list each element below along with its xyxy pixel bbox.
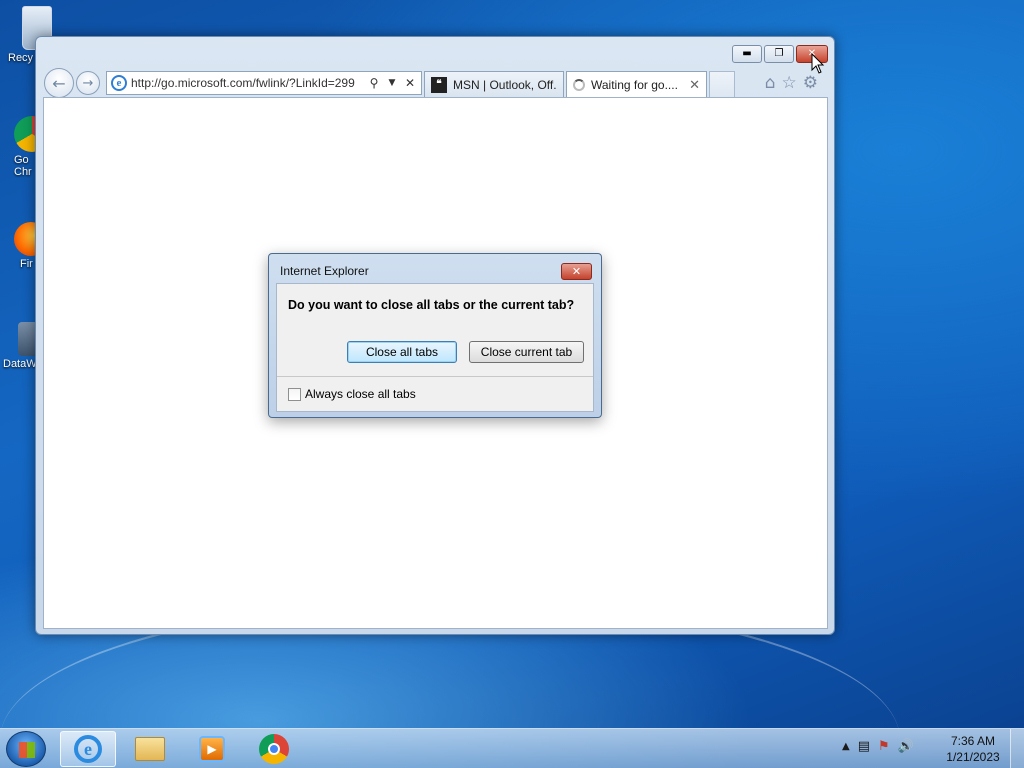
gear-icon[interactable]: ⚙ <box>803 73 818 93</box>
action-center-flag-icon[interactable]: ⚑ <box>878 739 890 754</box>
new-tab-button[interactable] <box>709 71 735 97</box>
always-close-all-tabs-checkbox[interactable]: Always close all tabs <box>288 387 416 401</box>
tab-close-icon[interactable]: ✕ <box>689 77 700 93</box>
close-current-tab-button[interactable]: Close current tab <box>469 341 584 363</box>
arrow-left-icon: ← <box>52 73 66 93</box>
restore-icon: ❐ <box>774 48 784 59</box>
loading-spinner-icon <box>573 78 585 91</box>
stop-icon[interactable]: ✕ <box>403 76 417 90</box>
desktop-icon-label: Recy <box>8 52 34 64</box>
show-hidden-icons-icon[interactable]: ▲ <box>842 739 850 754</box>
media-player-icon: ▶ <box>199 736 225 762</box>
minimize-icon: ▬ <box>742 48 752 59</box>
desktop-icon-datawarehouse[interactable]: DataW <box>0 322 40 370</box>
toolbar-icons: ⌂ ☆ ⚙ <box>765 73 826 93</box>
desktop-icon-google-chrome[interactable]: Go Chr <box>0 116 50 178</box>
restore-button[interactable]: ❐ <box>764 45 794 63</box>
tab-msn[interactable]: ❝ MSN | Outlook, Off... <box>424 71 564 97</box>
tab-waiting[interactable]: Waiting for go.... ✕ <box>566 71 707 97</box>
back-button[interactable]: ← <box>44 68 74 98</box>
windows-logo-icon <box>19 742 35 758</box>
ie-page-icon: e <box>111 75 127 91</box>
close-tabs-dialog: Internet Explorer ✕ Do you want to close… <box>268 253 602 418</box>
checkbox-box[interactable] <box>288 387 301 401</box>
navigation-bar: ← → e http://go.microsoft.com/fwlink/?Li… <box>44 67 826 99</box>
folder-icon <box>135 737 165 761</box>
dialog-question: Do you want to close all tabs or the cur… <box>288 298 575 312</box>
internet-explorer-icon: e <box>74 735 102 763</box>
tab-title: MSN | Outlook, Off... <box>453 77 557 92</box>
volume-icon[interactable]: 🔊 <box>898 739 914 754</box>
taskbar-clock[interactable]: 7:36 AM 1/21/2023 <box>940 733 1006 765</box>
clock-time: 7:36 AM <box>950 734 996 748</box>
tab-title: Waiting for go.... <box>591 77 678 92</box>
chevron-down-icon[interactable]: ▼ <box>385 78 399 88</box>
clock-date: 1/21/2023 <box>946 750 1000 764</box>
taskbar-google-chrome[interactable] <box>246 731 302 767</box>
desktop-icon-firefox[interactable]: Fir <box>0 222 48 270</box>
close-all-tabs-button[interactable]: Close all tabs <box>347 341 457 363</box>
desktop-icon-recycle-bin[interactable]: Recy <box>0 6 52 64</box>
forward-button[interactable]: → <box>76 71 100 95</box>
desktop-icon-label: Go Chr <box>14 154 32 178</box>
favorites-star-icon[interactable]: ☆ <box>782 73 797 93</box>
minimize-button[interactable]: ▬ <box>732 45 762 63</box>
address-url[interactable]: http://go.microsoft.com/fwlink/?LinkId=2… <box>131 76 363 90</box>
taskbar-windows-explorer[interactable] <box>122 731 178 767</box>
desktop-icon-label: Fir <box>20 258 33 270</box>
dialog-title: Internet Explorer <box>280 264 369 278</box>
start-button[interactable] <box>6 731 46 767</box>
msn-favicon-icon: ❝ <box>431 76 447 93</box>
taskbar-windows-media-player[interactable]: ▶ <box>184 731 240 767</box>
close-icon: ✕ <box>571 265 582 278</box>
taskbar: e ▶ ▲ ▤ ⚑ 🔊 7:36 AM 1/21/2023 <box>0 728 1024 768</box>
system-tray: ▲ ▤ ⚑ 🔊 <box>842 739 914 754</box>
show-desktop-button[interactable] <box>1010 729 1024 768</box>
dialog-body: Do you want to close all tabs or the cur… <box>276 283 594 412</box>
dialog-close-button[interactable]: ✕ <box>561 263 592 280</box>
desktop-icon-label: DataW <box>3 358 37 370</box>
network-icon[interactable]: ▤ <box>858 739 870 754</box>
arrow-right-icon: → <box>82 75 94 91</box>
home-icon[interactable]: ⌂ <box>765 73 776 93</box>
chrome-icon <box>259 734 289 764</box>
dialog-divider <box>277 376 593 377</box>
search-icon[interactable]: ⚲ <box>367 76 381 90</box>
checkbox-label: Always close all tabs <box>305 387 416 401</box>
mouse-cursor-icon <box>811 53 825 74</box>
taskbar-internet-explorer[interactable]: e <box>60 731 116 767</box>
address-bar[interactable]: e http://go.microsoft.com/fwlink/?LinkId… <box>106 71 422 95</box>
